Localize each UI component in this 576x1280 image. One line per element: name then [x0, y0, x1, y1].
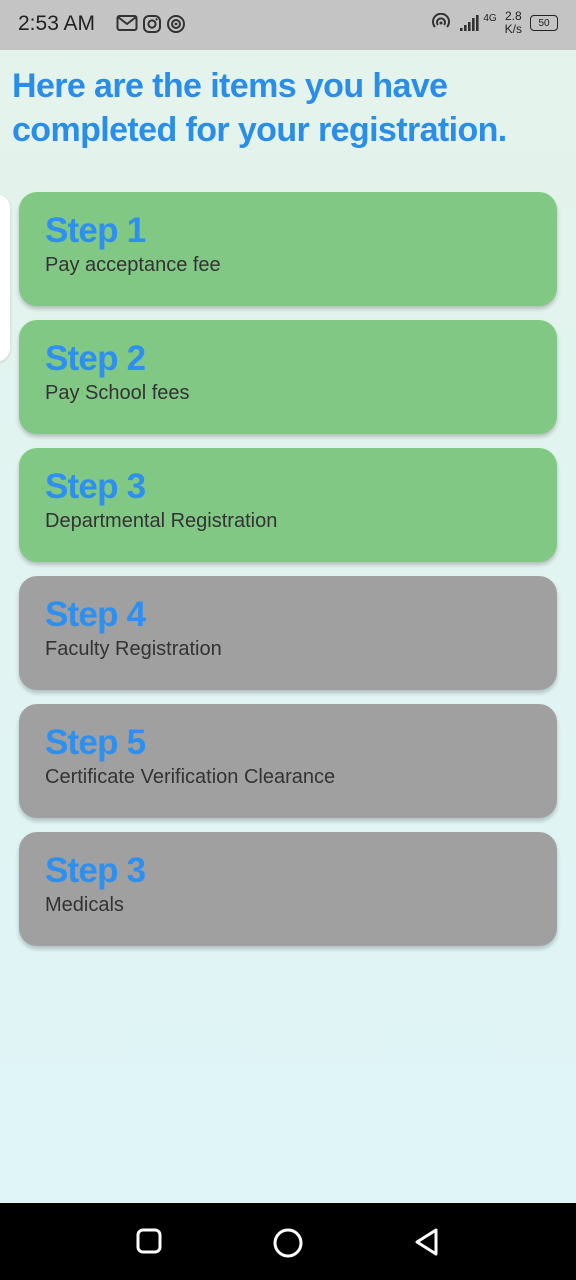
step-description: Faculty Registration — [45, 638, 222, 660]
step-description: Certificate Verification Clearance — [45, 766, 336, 788]
page-title: Here are the items you have completed fo… — [12, 67, 507, 149]
status-right: 4G 2.8 K/s 50 — [431, 10, 558, 36]
step-title: Step 2 — [45, 339, 146, 378]
speed-unit: K/s — [504, 22, 522, 36]
recents-icon[interactable] — [136, 1227, 162, 1255]
gmail-icon — [116, 15, 138, 31]
step-title: Step 3 — [45, 851, 146, 890]
registration-steps-list: Step 1 Pay acceptance fee Step 2 Pay Sch… — [19, 192, 557, 960]
step-card[interactable]: Step 5 Certificate Verification Clearanc… — [19, 704, 557, 818]
step-description: Pay School fees — [45, 382, 190, 404]
step-description: Pay acceptance fee — [45, 254, 221, 276]
navigation-bar — [0, 1203, 576, 1280]
back-icon[interactable] — [413, 1227, 441, 1257]
notification-icons — [116, 14, 186, 34]
battery-level: 50 — [538, 17, 550, 29]
status-bar: 2:53 AM 4G 2.8 K/s 50 — [0, 0, 576, 50]
instagram-icon — [143, 15, 161, 33]
hotspot-icon — [167, 15, 185, 33]
step-card[interactable]: Step 1 Pay acceptance fee — [19, 192, 557, 306]
signal-icon — [460, 15, 479, 31]
wifi-hotspot-icon — [432, 13, 451, 28]
status-time: 2:53 AM — [18, 12, 96, 35]
step-card[interactable]: Step 3 Medicals — [19, 832, 557, 946]
step-card[interactable]: Step 3 Departmental Registration — [19, 448, 557, 562]
network-speed: 2.8 K/s — [505, 10, 522, 36]
step-description: Medicals — [45, 894, 124, 916]
battery-icon: 50 — [530, 15, 558, 31]
step-title: Step 4 — [45, 595, 146, 634]
step-title: Step 1 — [45, 211, 146, 250]
drawer-handle[interactable] — [0, 194, 10, 362]
step-card[interactable]: Step 4 Faculty Registration — [19, 576, 557, 690]
step-description: Departmental Registration — [45, 510, 278, 532]
step-title: Step 3 — [45, 467, 146, 506]
step-title: Step 5 — [45, 723, 146, 762]
network-type: 4G — [483, 12, 497, 24]
step-card[interactable]: Step 2 Pay School fees — [19, 320, 557, 434]
home-icon[interactable] — [272, 1227, 304, 1259]
